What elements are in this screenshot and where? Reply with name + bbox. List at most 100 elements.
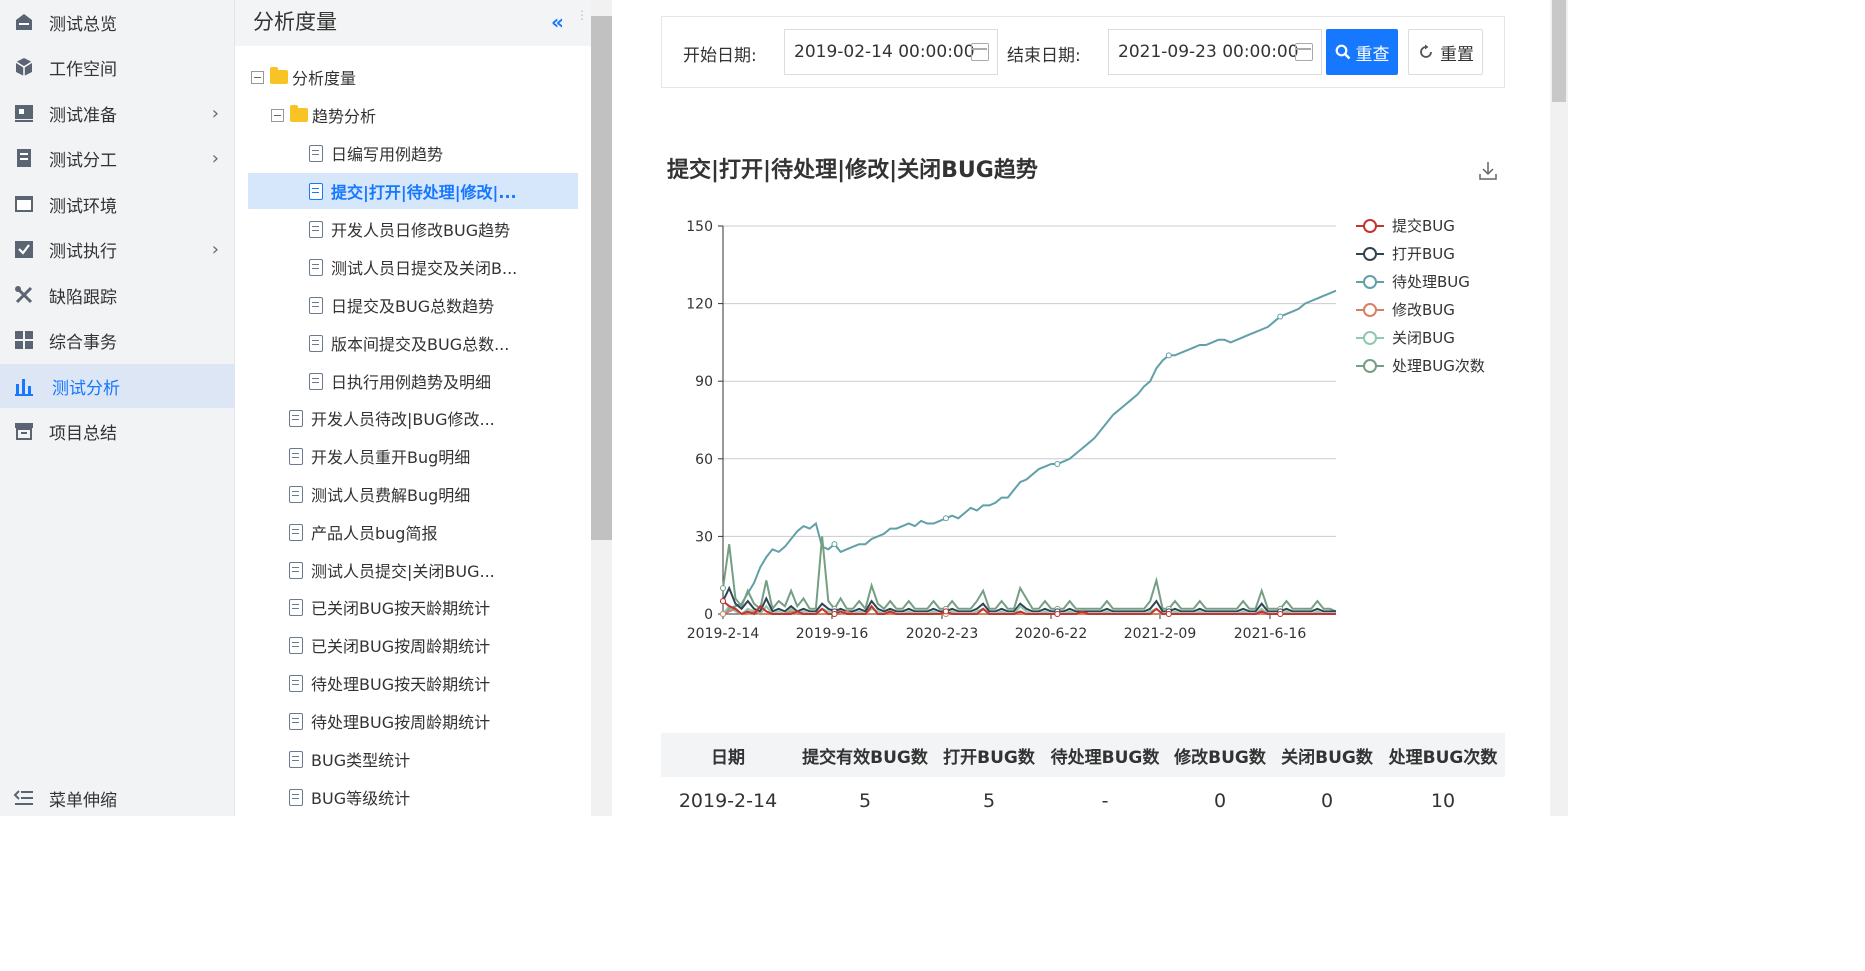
tree-leaf[interactable]: 待处理BUG按周龄期统计 [289, 703, 490, 739]
nav-item-label: 综合事务 [49, 332, 117, 353]
main-scrollbar-thumb[interactable] [1552, 0, 1566, 102]
column-header[interactable]: 提交有效BUG数 [795, 743, 935, 768]
table-cell: 10 [1430, 790, 1456, 812]
nav-item[interactable]: 测试分析 [0, 364, 235, 408]
tree-node-label: 版本间提交及BUG总数... [331, 335, 510, 354]
tree-leaf[interactable]: 日提交及BUG总数趋势 [309, 287, 494, 323]
collapse-toggle-icon[interactable] [251, 70, 264, 84]
tree-leaf[interactable]: 已关闭BUG按周龄期统计 [289, 627, 490, 663]
start-date-input[interactable]: 2019-02-14 00:00:00 [784, 29, 998, 75]
table-row: 2019-2-14 5 5 - 0 0 10 [661, 777, 1505, 825]
series-line [722, 536, 1337, 613]
menu-collapse-button[interactable]: 菜单伸缩 [0, 780, 235, 816]
end-date-value: 2021-09-23 00:00:00 [1118, 42, 1299, 62]
nav-item[interactable]: 测试执行 › [0, 227, 235, 271]
table-cell: 0 [1320, 790, 1334, 812]
nav-item[interactable]: 测试准备 › [0, 91, 235, 135]
column-header[interactable]: 关闭BUG数 [1273, 743, 1381, 768]
report-icon [289, 674, 303, 692]
tree-node-label: 日提交及BUG总数趋势 [331, 297, 495, 316]
reset-button[interactable]: 重置 [1408, 29, 1483, 75]
checkbox-icon [13, 238, 35, 260]
tree-header: 分析度量 « ⋮ [235, 0, 591, 46]
tree-node-label: 测试人员费解Bug明细 [311, 486, 471, 505]
report-icon [309, 334, 323, 352]
dashboard-icon [13, 11, 35, 33]
nav-item-label: 测试总览 [49, 14, 117, 35]
tree-leaf[interactable]: 日执行用例趋势及明细 [309, 363, 491, 399]
tree-leaf[interactable]: 提交|打开|待处理|修改|... [248, 173, 578, 209]
nav-item[interactable]: 测试环境 [0, 182, 235, 226]
search-button[interactable]: 重查 [1326, 29, 1398, 75]
collapse-tree-icon[interactable]: « [551, 10, 564, 34]
table-cell: 2019-2-14 [678, 790, 778, 812]
tree-leaf[interactable]: 待处理BUG按天龄期统计 [289, 665, 490, 701]
tree-leaf[interactable]: 开发人员待改|BUG修改... [289, 400, 495, 436]
download-icon[interactable] [1478, 160, 1498, 182]
search-label: 重查 [1355, 44, 1390, 65]
tree-leaf[interactable]: 已关闭BUG按天龄期统计 [289, 589, 490, 625]
tree-leaf[interactable]: 测试人员日提交及关闭B... [309, 249, 517, 285]
tree-node-label: 待处理BUG按天龄期统计 [311, 675, 491, 694]
tree-node-label: 测试人员提交|关闭BUG... [311, 562, 495, 581]
x-tick-label: 2021-6-16 [1234, 626, 1307, 642]
tree-node-label: 趋势分析 [312, 107, 377, 126]
column-header[interactable]: 处理BUG次数 [1381, 743, 1505, 768]
column-header[interactable]: 打开BUG数 [935, 743, 1043, 768]
report-icon [289, 788, 303, 806]
tree-leaf[interactable]: 开发人员重开Bug明细 [289, 438, 470, 474]
main-scrollbar-track[interactable] [1550, 0, 1568, 816]
report-icon [289, 598, 303, 616]
tree-folder[interactable]: 分析度量 [251, 59, 581, 95]
tree-leaf[interactable]: 测试人员费解Bug明细 [289, 476, 470, 512]
resize-handle-icon[interactable]: ⋮ [576, 8, 588, 22]
tree-leaf[interactable]: 测试人员提交|关闭BUG... [289, 552, 495, 588]
date-filter-bar: 开始日期: 2019-02-14 00:00:00 结束日期: 2021-09-… [661, 16, 1505, 88]
legend-marker [1363, 219, 1377, 233]
y-tick-label: 120 [686, 297, 713, 313]
column-header[interactable]: 日期 [661, 743, 795, 768]
nav-item-label: 工作空间 [49, 59, 117, 80]
collapse-toggle-icon[interactable] [271, 108, 284, 122]
tree-node-label: 已关闭BUG按周龄期统计 [311, 637, 491, 656]
tree-node-label: 已关闭BUG按天龄期统计 [311, 599, 491, 618]
tree-node-label: 开发人员重开Bug明细 [311, 448, 471, 467]
tree-folder[interactable]: 趋势分析 [271, 97, 581, 133]
series-point [831, 541, 838, 548]
end-date-input[interactable]: 2021-09-23 00:00:00 [1108, 29, 1322, 75]
report-icon [289, 636, 303, 654]
column-header[interactable]: 待处理BUG数 [1043, 743, 1167, 768]
start-date-value: 2019-02-14 00:00:00 [794, 42, 975, 62]
tree-leaf[interactable]: 开发人员日修改BUG趋势 [309, 211, 510, 247]
tree-leaf[interactable]: 日编写用例趋势 [309, 135, 443, 171]
tree-leaf[interactable]: BUG类型统计 [289, 741, 410, 777]
tree-node-label: 日执行用例趋势及明细 [331, 373, 492, 392]
nav-item[interactable]: 综合事务 [0, 318, 235, 362]
report-icon [289, 712, 303, 730]
column-header[interactable]: 修改BUG数 [1167, 743, 1273, 768]
nav-item[interactable]: 项目总结 [0, 409, 235, 453]
nav-item[interactable]: 测试分工 › [0, 136, 235, 180]
chart-title: 提交|打开|待处理|修改|关闭BUG趋势 [667, 158, 1038, 183]
document-icon [13, 147, 35, 169]
start-date-label: 开始日期: [683, 46, 757, 66]
nav-item[interactable]: 缺陷跟踪 [0, 273, 235, 317]
series-point [1277, 611, 1284, 617]
legend-label: 修改BUG [1392, 301, 1455, 319]
x-tick-label: 2019-2-14 [687, 626, 760, 642]
x-tick-label: 2019-9-16 [796, 626, 869, 642]
report-icon [309, 182, 323, 200]
nav-item-label: 测试分工 [49, 150, 117, 171]
nav-item[interactable]: 测试总览 [0, 0, 235, 44]
report-icon [289, 485, 303, 503]
series-point [720, 611, 726, 617]
nav-item-label: 测试执行 [49, 241, 117, 262]
nav-item[interactable]: 工作空间 [0, 45, 235, 89]
tree-leaf[interactable]: BUG等级统计 [289, 779, 410, 815]
tree-scrollbar-thumb[interactable] [591, 16, 612, 540]
tree-leaf[interactable]: 产品人员bug简报 [289, 514, 437, 550]
bar-chart-icon [13, 375, 35, 397]
y-tick-label: 60 [695, 452, 713, 468]
tree-leaf[interactable]: 版本间提交及BUG总数... [309, 325, 509, 361]
end-date-label: 结束日期: [1007, 46, 1081, 66]
